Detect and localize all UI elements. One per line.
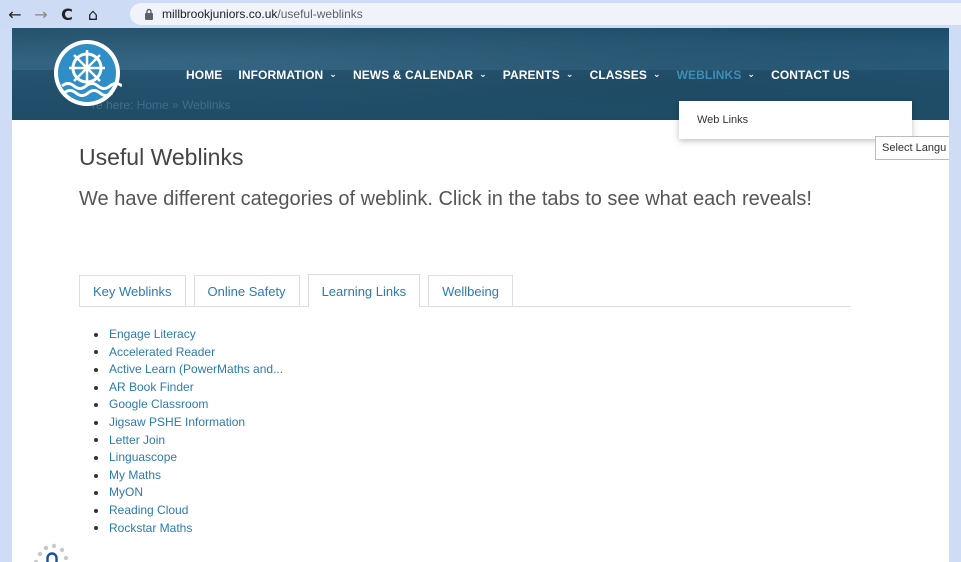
breadcrumb-separator: » <box>168 98 183 112</box>
forward-arrow-icon[interactable]: → <box>30 3 52 25</box>
list-item[interactable]: Active Learn (PowerMaths and... <box>94 361 283 379</box>
bullet-icon <box>94 420 98 425</box>
nav-parents[interactable]: PARENTS ⌄ <box>503 68 574 82</box>
chevron-down-icon: ⌄ <box>652 70 661 80</box>
lock-icon <box>145 8 153 20</box>
nav-classes-label: CLASSES <box>589 68 647 82</box>
nav-weblinks[interactable]: WEBLINKS ⌄ <box>677 68 755 82</box>
list-item[interactable]: My Maths <box>94 467 283 485</box>
reload-icon[interactable]: C <box>56 3 78 25</box>
link-text[interactable]: Engage Literacy <box>109 326 196 344</box>
tab-learning-links[interactable]: Learning Links <box>307 274 421 307</box>
browser-toolbar: ← → C ⌂ millbrookjuniors.co.uk/useful-we… <box>0 0 961 28</box>
bullet-icon <box>94 508 98 513</box>
link-text[interactable]: Active Learn (PowerMaths and... <box>109 361 283 379</box>
back-arrow-icon[interactable]: ← <box>4 3 26 25</box>
nav-home-label: HOME <box>186 68 223 82</box>
link-text[interactable]: AR Book Finder <box>109 379 194 397</box>
address-bar[interactable]: millbrookjuniors.co.uk/useful-weblinks <box>130 3 961 25</box>
accessibility-badge-icon[interactable] <box>28 538 74 562</box>
breadcrumb-home-link[interactable]: Home <box>137 98 169 112</box>
list-item[interactable]: Jigsaw PSHE Information <box>94 414 283 432</box>
chevron-down-icon: ⌄ <box>747 70 756 80</box>
weblinks-dropdown-menu: Web Links <box>679 101 912 139</box>
tab-online-safety[interactable]: Online Safety <box>193 275 300 306</box>
link-text[interactable]: Linguascope <box>109 449 177 467</box>
list-item[interactable]: Rockstar Maths <box>94 520 283 538</box>
main-navigation: HOME INFORMATION ⌄ NEWS & CALENDAR ⌄ PAREN… <box>186 68 866 82</box>
list-item[interactable]: MyON <box>94 484 283 502</box>
language-select[interactable]: Select Langu <box>875 136 949 160</box>
list-item[interactable]: AR Book Finder <box>94 379 283 397</box>
link-text[interactable]: MyON <box>109 484 143 502</box>
intro-text: We have different categories of weblink.… <box>79 188 812 210</box>
home-icon[interactable]: ⌂ <box>82 3 104 25</box>
web-page: HOME INFORMATION ⌄ NEWS & CALENDAR ⌄ PAREN… <box>12 28 949 562</box>
nav-contact-us-label: CONTACT US <box>771 68 850 82</box>
nav-information[interactable]: INFORMATION ⌄ <box>238 68 337 82</box>
list-item[interactable]: Letter Join <box>94 432 283 450</box>
tab-key-weblinks[interactable]: Key Weblinks <box>79 275 186 306</box>
link-text[interactable]: Rockstar Maths <box>109 520 192 538</box>
list-item[interactable]: Linguascope <box>94 449 283 467</box>
dropdown-item-web-links[interactable]: Web Links <box>697 114 748 126</box>
tab-bar: Key Weblinks Online Safety Learning Link… <box>79 274 851 307</box>
breadcrumb-current[interactable]: Weblinks <box>182 98 230 112</box>
nav-home[interactable]: HOME <box>186 68 222 82</box>
breadcrumb-prefix: re here: <box>92 98 137 112</box>
bullet-icon <box>94 526 98 531</box>
link-text[interactable]: Jigsaw PSHE Information <box>109 414 245 432</box>
bullet-icon <box>94 332 98 337</box>
list-item[interactable]: Google Classroom <box>94 396 283 414</box>
chevron-down-icon: ⌄ <box>565 70 574 80</box>
page-title: Useful Weblinks <box>79 144 244 170</box>
chevron-down-icon: ⌄ <box>329 70 337 80</box>
nav-weblinks-label: WEBLINKS <box>676 68 742 82</box>
url-host: millbrookjuniors.co.uk <box>162 7 278 21</box>
link-text[interactable]: Reading Cloud <box>109 502 188 520</box>
link-text[interactable]: My Maths <box>109 467 161 485</box>
bullet-icon <box>94 438 98 443</box>
link-text[interactable]: Letter Join <box>109 432 165 450</box>
bullet-icon <box>94 367 98 372</box>
tab-wellbeing[interactable]: Wellbeing <box>428 275 513 306</box>
bullet-icon <box>94 455 98 460</box>
bullet-icon <box>94 350 98 355</box>
nav-news-calendar[interactable]: NEWS & CALENDAR ⌄ <box>353 68 487 82</box>
link-text[interactable]: Accelerated Reader <box>109 344 215 362</box>
chevron-down-icon: ⌄ <box>479 70 487 80</box>
bullet-icon <box>94 385 98 390</box>
nav-parents-label: PARENTS <box>502 68 560 82</box>
bullet-icon <box>94 403 98 408</box>
nav-news-calendar-label: NEWS & CALENDAR <box>352 68 474 82</box>
breadcrumb: re here: Home » Weblinks <box>92 98 231 112</box>
learning-links-list: Engage Literacy Accelerated Reader Activ… <box>94 326 283 537</box>
list-item[interactable]: Accelerated Reader <box>94 344 283 362</box>
bullet-icon <box>94 491 98 496</box>
bullet-icon <box>94 473 98 478</box>
list-item[interactable]: Engage Literacy <box>94 326 283 344</box>
link-text[interactable]: Google Classroom <box>109 396 208 414</box>
nav-contact-us[interactable]: CONTACT US <box>771 68 850 82</box>
url-path: /useful-weblinks <box>277 7 363 21</box>
nav-information-label: INFORMATION <box>238 68 324 82</box>
list-item[interactable]: Reading Cloud <box>94 502 283 520</box>
nav-classes[interactable]: CLASSES ⌄ <box>590 68 661 82</box>
